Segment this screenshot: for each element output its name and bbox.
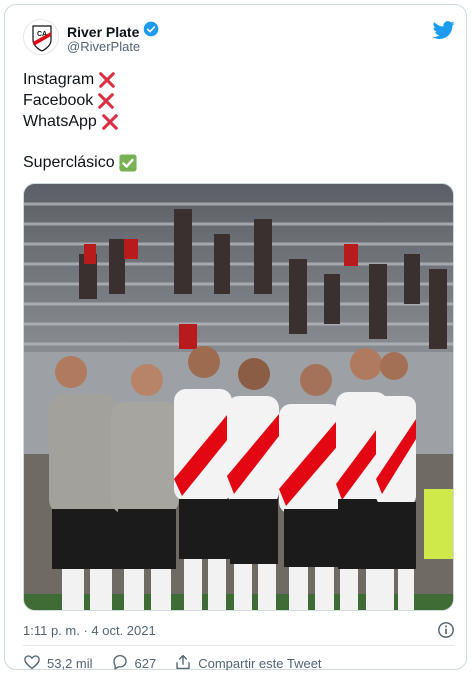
tweet-photo[interactable] bbox=[23, 183, 454, 611]
line-text: Facebook bbox=[23, 92, 94, 109]
avatar[interactable]: CA bbox=[23, 19, 59, 55]
tweet-line: Facebook bbox=[23, 90, 137, 111]
user-handle[interactable]: @RiverPlate bbox=[67, 39, 140, 54]
info-icon[interactable] bbox=[437, 621, 455, 639]
twitter-bird-icon[interactable] bbox=[432, 19, 455, 41]
divider bbox=[23, 645, 455, 646]
line-text: Superclásico bbox=[23, 154, 115, 171]
tweet-timestamp[interactable]: 1:11 p. m. · 4 oct. 2021 bbox=[23, 623, 156, 638]
team-photo-illustration bbox=[24, 184, 453, 610]
svg-text:CA: CA bbox=[37, 31, 47, 38]
line-text: WhatsApp bbox=[23, 113, 97, 130]
tweet-line: Instagram bbox=[23, 69, 137, 90]
tweet-text: Instagram Facebook WhatsApp Superclásico bbox=[23, 69, 137, 173]
heart-icon bbox=[23, 653, 41, 674]
reply-count: 627 bbox=[134, 655, 157, 671]
tweet-card: CA River Plate @RiverPlate Instagram Fac… bbox=[4, 4, 467, 673]
reply-bubble-icon bbox=[111, 653, 129, 674]
verified-badge-icon bbox=[143, 21, 159, 42]
like-button[interactable]: 53,2 mil bbox=[23, 653, 93, 674]
share-button[interactable]: Compartir este Tweet bbox=[174, 653, 322, 674]
share-label: Compartir este Tweet bbox=[198, 655, 322, 671]
tweet-line: WhatsApp bbox=[23, 111, 137, 132]
tweet-header: CA River Plate @RiverPlate bbox=[23, 17, 455, 61]
tweet-line: Superclásico bbox=[23, 152, 137, 173]
share-icon bbox=[174, 653, 192, 674]
cross-mark-icon bbox=[98, 71, 116, 89]
line-text: Instagram bbox=[23, 71, 95, 88]
reply-button[interactable]: 627 bbox=[111, 653, 157, 674]
cross-mark-icon bbox=[101, 113, 119, 131]
cross-mark-icon bbox=[97, 92, 115, 110]
check-mark-icon bbox=[119, 153, 137, 172]
tweet-actions: 53,2 mil 627 Compartir este Tweet bbox=[23, 653, 340, 673]
display-name[interactable]: River Plate bbox=[67, 24, 139, 40]
like-count: 53,2 mil bbox=[47, 655, 93, 671]
tweet-meta: 1:11 p. m. · 4 oct. 2021 bbox=[23, 621, 455, 641]
